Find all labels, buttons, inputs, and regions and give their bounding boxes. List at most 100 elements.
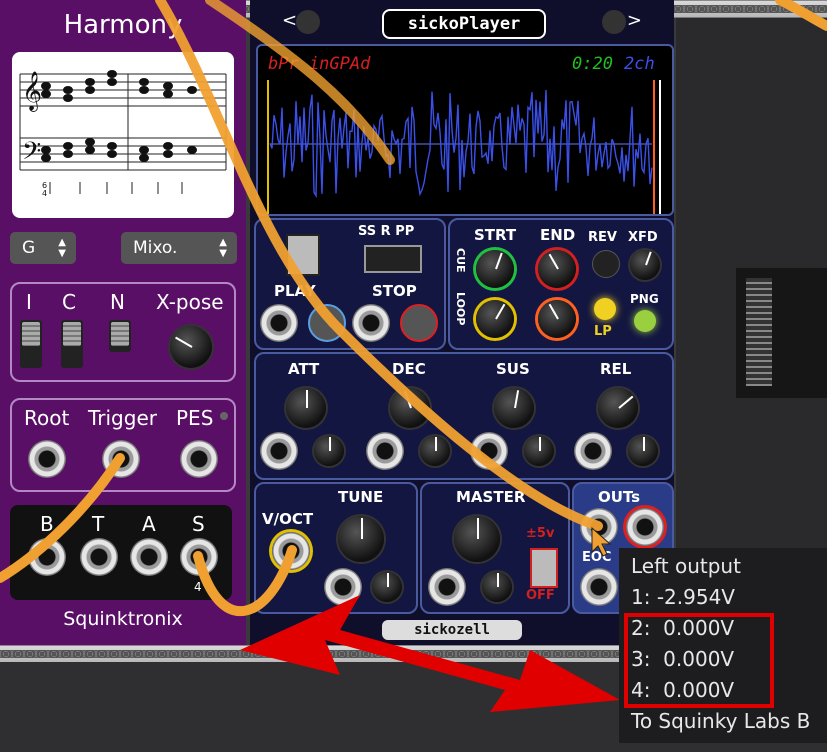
voct-jack[interactable]: [272, 532, 310, 570]
rel-cv-knob[interactable]: [628, 436, 658, 466]
output-label-a: A: [142, 512, 156, 536]
tune-label: TUNE: [338, 488, 384, 506]
cue-start-knob[interactable]: [476, 250, 514, 288]
nav-right-icon: >: [626, 10, 642, 31]
brand-text: sickozell: [414, 622, 490, 638]
module-title: sickoPlayer: [382, 9, 546, 39]
play-trig-jack[interactable]: [260, 304, 298, 342]
master-label: MASTER: [456, 488, 526, 506]
nav-right-button[interactable]: >: [602, 10, 642, 36]
toggle-i[interactable]: [20, 320, 42, 368]
play-button[interactable]: [308, 304, 346, 342]
trigger-jack[interactable]: [102, 440, 140, 478]
switch-label-n: N: [110, 290, 125, 314]
rel-label: REL: [600, 360, 632, 378]
output-label-b: B: [40, 512, 54, 536]
tune-cv-jack[interactable]: [324, 568, 362, 606]
range-label: ±5v: [526, 526, 555, 541]
output-label-s: S: [192, 512, 205, 536]
rel-cv-jack[interactable]: [574, 432, 612, 470]
rev-button[interactable]: [592, 250, 620, 278]
key-select[interactable]: G ▲ ▼: [10, 232, 76, 264]
waveform-display[interactable]: bPr inGPAd 0:20 2ch: [256, 44, 674, 216]
output-jack-t[interactable]: [80, 538, 118, 576]
left-output-jack[interactable]: [580, 508, 618, 546]
pes-label: PES: [176, 406, 214, 430]
tune-cv-knob[interactable]: [372, 572, 402, 602]
eoc-label: EOC: [582, 550, 612, 565]
nav-left-knob: [296, 10, 320, 34]
stop-trig-jack[interactable]: [352, 304, 390, 342]
nav-left-icon: <: [282, 10, 298, 31]
loop-button[interactable]: [594, 298, 616, 320]
module-title: Harmony: [63, 10, 183, 40]
right-output-jack[interactable]: [626, 508, 664, 546]
select-arrows-icon: ▲ ▼: [58, 237, 66, 259]
waveform: [267, 80, 661, 214]
output-jack-a[interactable]: [130, 538, 168, 576]
dec-knob[interactable]: [390, 388, 430, 428]
toggle-n[interactable]: [109, 320, 131, 352]
master-knob[interactable]: [454, 516, 500, 562]
pingpong-button[interactable]: [634, 310, 656, 332]
rel-knob[interactable]: [598, 388, 638, 428]
off-label: OFF: [526, 588, 555, 603]
mode-switch[interactable]: [286, 234, 320, 276]
playmode-switch[interactable]: [364, 245, 422, 273]
dec-cv-knob[interactable]: [420, 436, 450, 466]
nav-left-button[interactable]: <: [282, 10, 322, 36]
root-label: Root: [24, 406, 70, 430]
att-cv-knob[interactable]: [314, 436, 344, 466]
xpose-knob[interactable]: [170, 326, 212, 368]
svg-text:𝄞: 𝄞: [22, 71, 42, 112]
output-label-t: T: [92, 512, 105, 536]
master-cv-knob[interactable]: [482, 572, 512, 602]
brand-badge: sickozell: [382, 620, 522, 640]
toggle-c[interactable]: [61, 320, 83, 368]
trigger-label: Trigger: [88, 406, 157, 430]
stop-label: STOP: [372, 282, 417, 300]
dec-label: DEC: [392, 360, 426, 378]
brand-label: Squinktronix: [63, 608, 183, 630]
att-cv-jack[interactable]: [260, 432, 298, 470]
highlight-box: [624, 613, 774, 708]
outs-label: OUTs: [598, 488, 641, 506]
eoc-jack[interactable]: [580, 568, 618, 606]
switch-label-i: I: [26, 290, 32, 314]
sus-cv-jack[interactable]: [470, 432, 508, 470]
play-label: PLAY: [274, 282, 316, 300]
switch-label-c: C: [62, 290, 76, 314]
key-select-value: G: [22, 238, 36, 258]
mode-select-value: Mixo.: [133, 238, 178, 258]
tooltip-title: Left output: [631, 554, 741, 578]
att-knob[interactable]: [286, 388, 326, 428]
xfd-label: XFD: [628, 230, 658, 245]
xfd-knob[interactable]: [630, 250, 660, 280]
cue-end-knob[interactable]: [538, 250, 576, 288]
svg-text:4: 4: [42, 189, 47, 198]
rev-label: REV: [588, 230, 617, 245]
loop-start-knob[interactable]: [476, 300, 514, 338]
mode-select[interactable]: Mixo. ▲ ▼: [121, 232, 237, 264]
end-label: END: [540, 226, 576, 244]
att-label: ATT: [288, 360, 320, 378]
sickoplayer-module: < sickoPlayer > bPr inGPAd 0:20 2ch SS R…: [250, 0, 674, 645]
pes-jack[interactable]: [180, 440, 218, 478]
root-jack[interactable]: [28, 440, 66, 478]
tooltip-footer: To Squinky Labs B: [631, 709, 811, 733]
pes-led: [220, 412, 228, 420]
sus-cv-knob[interactable]: [524, 436, 554, 466]
tune-knob[interactable]: [338, 516, 384, 562]
svg-text:𝄢: 𝄢: [22, 137, 41, 172]
tooltip-line-1: 1: -2.954V: [631, 585, 735, 609]
dec-cv-jack[interactable]: [366, 432, 404, 470]
master-cv-jack[interactable]: [428, 568, 466, 606]
cue-label: CUE: [454, 248, 467, 273]
range-switch[interactable]: [530, 548, 558, 588]
sus-knob[interactable]: [494, 388, 534, 428]
stop-button[interactable]: [400, 304, 438, 342]
png-label: PNG: [630, 292, 659, 306]
output-jack-s[interactable]: [180, 538, 218, 576]
loop-end-knob[interactable]: [538, 300, 576, 338]
output-jack-b[interactable]: [28, 538, 66, 576]
